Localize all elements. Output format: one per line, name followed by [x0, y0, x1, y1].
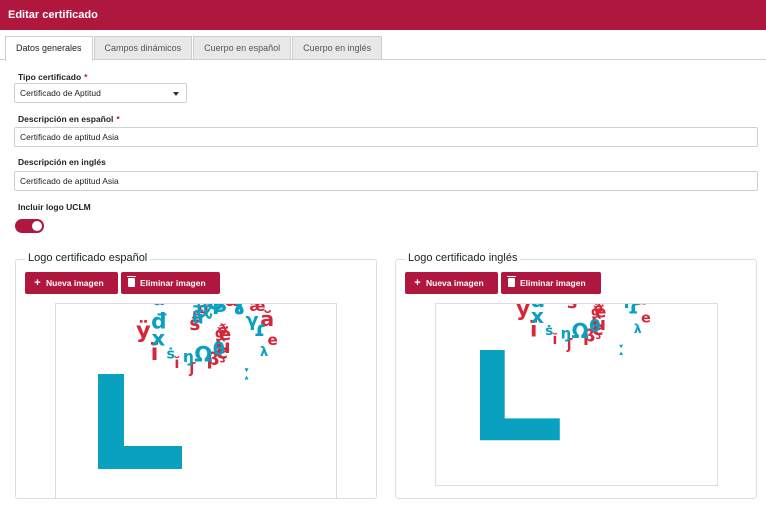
logo-ingles-image: ðëùçβʃĭïÿŝñöżΣœæăeǧɩθΩŋṡxđäü我ɸʒɣγɾλː [435, 303, 718, 486]
trash-icon [127, 276, 136, 287]
tab-divider [0, 59, 766, 60]
plus-icon: + [414, 277, 421, 289]
required-marker: * [84, 72, 88, 82]
descripcion-espanol-label: Descripción en español * [18, 114, 120, 124]
button-label: Eliminar imagen [140, 278, 206, 288]
descripcion-ingles-label: Descripción en inglés [18, 157, 106, 167]
logo-glyph: ʒ [215, 304, 227, 313]
logo-glyph: đ [530, 304, 545, 312]
logo-glyph: ṡ [167, 346, 176, 362]
tab-campos-dinamicos[interactable]: Campos dinámicos [93, 36, 193, 60]
descripcion-espanol-input[interactable]: Certificado de aptitud Asia [14, 127, 758, 147]
logo-glyph: ÿ [516, 304, 530, 321]
tab-cuerpo-espanol[interactable]: Cuerpo en español [193, 36, 292, 60]
logo-glyph: e [641, 310, 651, 326]
logo-espanol-title: Logo certificado español [25, 252, 151, 264]
logo-glyph: ä [153, 304, 165, 310]
logo-glyph: ŋ [183, 348, 194, 366]
logo-glyph: ŋ [561, 325, 572, 343]
logo-glyph: Ω [571, 319, 588, 343]
logo-ingles-title: Logo certificado inglés [405, 252, 521, 264]
tab-cuerpo-ingles[interactable]: Cuerpo en inglés [292, 36, 383, 60]
logo-glyph: ṡ [545, 323, 553, 339]
trash-icon [507, 276, 516, 287]
tipo-certificado-label: Tipo certificado * [18, 72, 88, 82]
logo-glyph: θ [213, 340, 225, 360]
logo-glyph: ː [244, 360, 251, 384]
logo-glyph: đ [151, 310, 167, 335]
logo-glyph: θ [589, 317, 600, 336]
chevron-down-icon [173, 92, 179, 96]
logo-glyph: ː [618, 338, 624, 360]
logo-glyph: λ [634, 321, 642, 336]
window-title: Editar certificado [0, 0, 766, 30]
logo-glyph: e [268, 331, 278, 349]
logo-glyph: Ω [194, 342, 212, 367]
tab-bar: Datos generales Campos dinámicos Cuerpo … [5, 36, 383, 61]
uclm-logo-graphic: ðëùçβʃĭïÿŝñöżΣœæăeǧɩθΩŋṡxđäü我ɸʒɣγɾλː [98, 304, 278, 469]
descripcion-ingles-input[interactable]: Certificado de aptitud Asia [14, 171, 758, 191]
incluir-logo-label: Incluir logo UCLM [18, 202, 91, 212]
nueva-imagen-espanol-button[interactable]: + Nueva imagen [25, 272, 118, 294]
plus-icon: + [34, 277, 41, 289]
button-label: Nueva imagen [46, 278, 104, 288]
eliminar-imagen-ingles-button[interactable]: Eliminar imagen [501, 272, 601, 294]
logo-glyph: λ [260, 345, 268, 360]
uclm-logo-graphic: ðëùçβʃĭïÿŝñöżΣœæăeǧɩθΩŋṡxđäü我ɸʒɣγɾλː [480, 304, 651, 441]
tipo-certificado-value: Certificado de Aptitud [20, 88, 101, 98]
logo-glyph: ü [569, 304, 580, 306]
button-label: Nueva imagen [426, 278, 484, 288]
button-label: Eliminar imagen [520, 278, 586, 288]
tab-datos-generales[interactable]: Datos generales [5, 36, 93, 61]
logo-glyph: ÿ [136, 318, 151, 344]
logo-glyph: ĭ [174, 355, 179, 372]
tipo-certificado-select[interactable]: Certificado de Aptitud [14, 83, 187, 103]
logo-glyph: ɾ [254, 317, 266, 341]
nueva-imagen-ingles-button[interactable]: + Nueva imagen [405, 272, 498, 294]
logo-glyph: ɾ [628, 304, 640, 319]
incluir-logo-toggle[interactable] [15, 219, 44, 233]
toggle-knob [32, 221, 42, 231]
eliminar-imagen-espanol-button[interactable]: Eliminar imagen [121, 272, 220, 294]
logo-espanol-image: ðëùçβʃĭïÿŝñöżΣœæăeǧɩθΩŋṡxđäü我ɸʒɣγɾλː [55, 303, 337, 499]
required-marker: * [116, 114, 120, 124]
